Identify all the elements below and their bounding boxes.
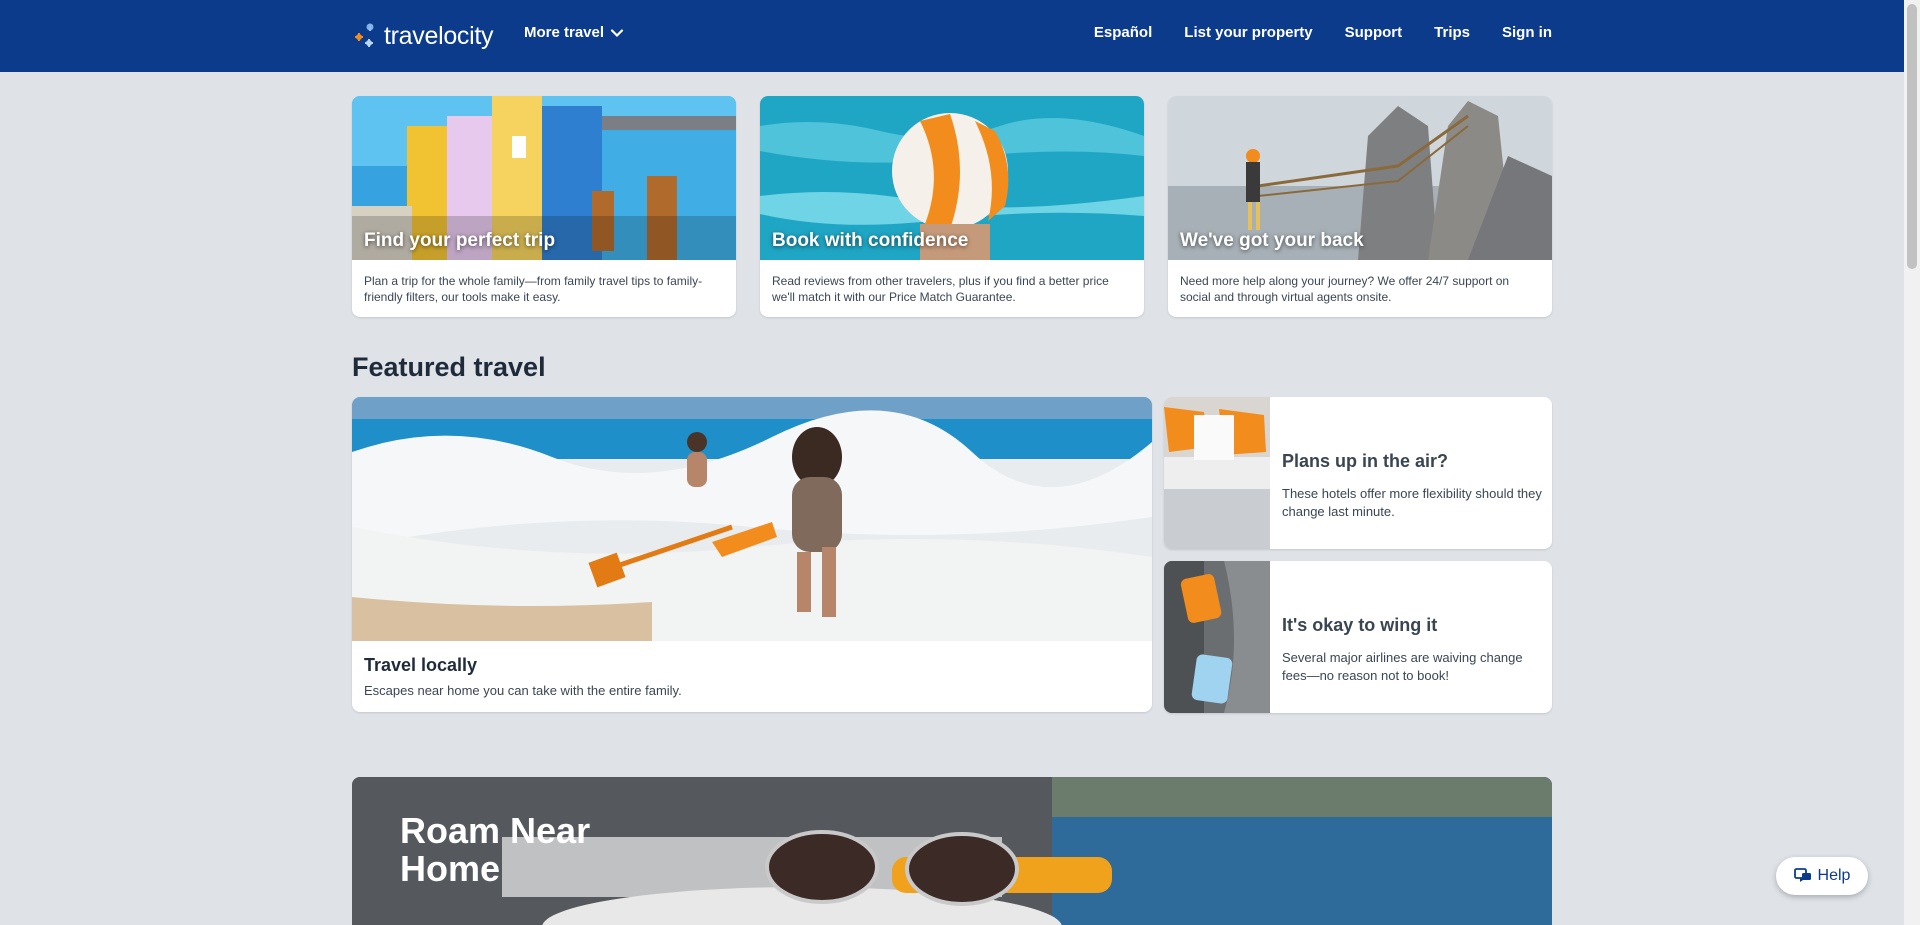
more-travel-label: More travel [524, 24, 605, 41]
help-button[interactable]: Help [1776, 857, 1868, 895]
promo-desc-line: friendly filters, our tools make it easy… [364, 290, 561, 304]
luggage-carousel-image [1164, 561, 1270, 713]
featured-side-description: Several major airlines are waiving chang… [1282, 650, 1523, 683]
promo-title: Book with confidence [772, 230, 969, 251]
brand-name: travelocity [384, 21, 494, 50]
roam-title-line: Home [400, 848, 501, 889]
pool-beach-ball-image: Book with confidence [760, 96, 1144, 260]
promo-desc-line: Plan a trip for the whole family—from fa… [364, 274, 703, 288]
promo-row: Find your perfect trip Plan a trip for t… [352, 96, 1552, 317]
hotel-pillows-image [1164, 397, 1270, 549]
promo-title: Find your perfect trip [364, 230, 556, 251]
featured-card-plans-up-in-the-air[interactable]: Plans up in the air? These hotels offer … [1164, 397, 1552, 549]
chat-bubble-icon [1793, 868, 1811, 882]
nav-support[interactable]: Support [1345, 24, 1403, 41]
colorful-street-image: Find your perfect trip [352, 96, 736, 260]
featured-travel-heading: Featured travel [352, 352, 546, 382]
featured-side-description: These hotels offer more flexibility shou… [1282, 486, 1542, 519]
beach-kids-image [352, 397, 1152, 641]
promo-description: Plan a trip for the whole family—from fa… [352, 260, 736, 305]
travelocity-logo[interactable]: travelocity [352, 18, 494, 54]
featured-card-wing-it[interactable]: It's okay to wing it Several major airli… [1164, 561, 1552, 713]
promo-card-book-confidence[interactable]: Book with confidence Read reviews from o… [760, 96, 1144, 317]
roam-near-home-banner[interactable]: Roam Near Home [352, 777, 1552, 925]
featured-side-title: It's okay to wing it [1282, 615, 1438, 635]
promo-desc-line: social and through virtual agents onsite… [1180, 290, 1392, 304]
promo-desc-line: Read reviews from other travelers, plus … [772, 274, 1109, 288]
promo-title: We've got your back [1180, 230, 1364, 251]
nav-sign-in[interactable]: Sign in [1502, 24, 1552, 41]
more-travel-menu[interactable]: More travel [524, 24, 624, 41]
chevron-down-icon [610, 28, 624, 37]
header-nav: Español List your property Support Trips… [1094, 24, 1552, 41]
nav-espanol[interactable]: Español [1094, 24, 1152, 41]
travelocity-star-icon [355, 23, 374, 47]
promo-card-got-your-back[interactable]: We've got your back Need more help along… [1168, 96, 1552, 317]
featured-side-title: Plans up in the air? [1282, 451, 1449, 471]
roam-banner-title: Roam Near Home [400, 812, 640, 888]
scrollbar-thumb[interactable] [1907, 4, 1917, 269]
roam-title-line: Roam Near [400, 810, 591, 851]
promo-description: Read reviews from other travelers, plus … [760, 260, 1144, 305]
featured-main-description: Escapes near home you can take with the … [364, 683, 682, 698]
featured-main-title: Travel locally [364, 655, 478, 675]
rope-bridge-image: We've got your back [1168, 96, 1552, 260]
promo-desc-line: Need more help along your journey? We of… [1180, 274, 1510, 288]
help-label: Help [1817, 867, 1851, 884]
featured-card-travel-locally[interactable]: Travel locally Escapes near home you can… [352, 397, 1152, 712]
nav-list-your-property[interactable]: List your property [1184, 24, 1312, 41]
top-navigation-bar: travelocity More travel Español List you… [0, 0, 1904, 72]
promo-description: Need more help along your journey? We of… [1168, 260, 1552, 305]
page-scrollbar[interactable] [1904, 0, 1920, 925]
promo-card-perfect-trip[interactable]: Find your perfect trip Plan a trip for t… [352, 96, 736, 317]
nav-trips[interactable]: Trips [1434, 24, 1470, 41]
promo-desc-line: we'll match it with our Price Match Guar… [772, 290, 1016, 304]
